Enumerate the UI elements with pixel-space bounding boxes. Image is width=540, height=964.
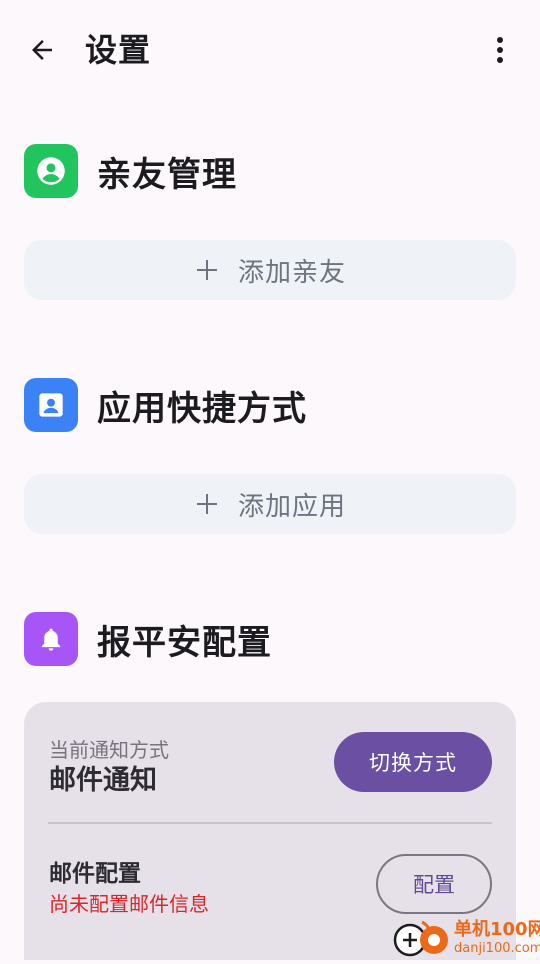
section-title-apps: 应用快捷方式 bbox=[97, 388, 307, 429]
more-options-button[interactable] bbox=[480, 28, 520, 72]
section-title-contacts: 亲友管理 bbox=[97, 154, 237, 195]
section-apps-header: 应用快捷方式 bbox=[24, 378, 307, 432]
arrow-back-icon bbox=[32, 40, 52, 60]
section-title-safety: 报平安配置 bbox=[97, 622, 272, 663]
add-app-label: 添加应用 bbox=[237, 491, 346, 522]
top-app-bar: 设置 bbox=[0, 0, 540, 96]
page-title: 设置 bbox=[85, 31, 152, 69]
watermark-logo-icon bbox=[392, 916, 452, 960]
switch-method-button[interactable]: 切换方式 bbox=[334, 732, 492, 792]
bell-icon bbox=[24, 612, 78, 666]
mail-config-button[interactable]: 配置 bbox=[376, 854, 492, 914]
watermark-url: danji100.com bbox=[454, 941, 540, 956]
section-contacts-header: 亲友管理 bbox=[24, 144, 237, 198]
mail-config-status: 尚未配置邮件信息 bbox=[49, 892, 209, 916]
back-button[interactable] bbox=[20, 28, 64, 72]
section-safety-header: 报平安配置 bbox=[24, 612, 272, 666]
plus-icon bbox=[194, 257, 220, 283]
account-circle-icon bbox=[24, 144, 78, 198]
current-method-value: 邮件通知 bbox=[49, 765, 157, 796]
add-contact-button[interactable]: 添加亲友 bbox=[24, 240, 516, 300]
add-app-button[interactable]: 添加应用 bbox=[24, 474, 516, 534]
contact-portrait-icon bbox=[24, 378, 78, 432]
watermark: 单机100网 danji100.com bbox=[392, 916, 540, 960]
more-vert-icon bbox=[497, 37, 503, 63]
watermark-name: 单机100网 bbox=[454, 919, 540, 940]
mail-config-title: 邮件配置 bbox=[49, 861, 141, 887]
add-contact-label: 添加亲友 bbox=[237, 257, 346, 288]
plus-icon bbox=[194, 491, 220, 517]
divider bbox=[48, 822, 492, 824]
